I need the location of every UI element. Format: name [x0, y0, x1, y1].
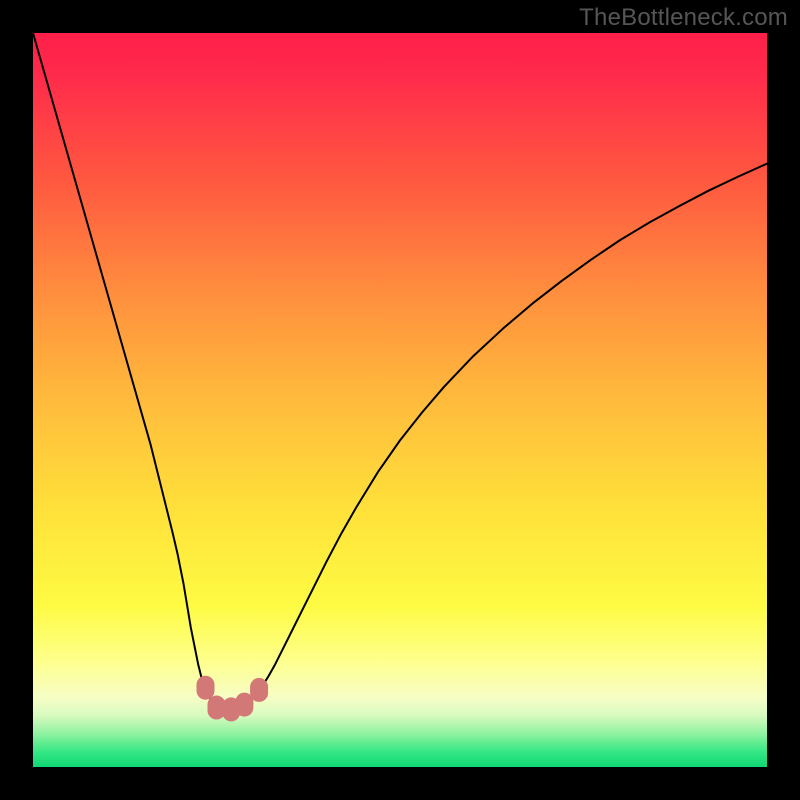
- curve-marker: [250, 678, 268, 702]
- curve-marker: [196, 676, 214, 700]
- chart-frame: TheBottleneck.com: [0, 0, 800, 800]
- plot-area: [33, 33, 767, 767]
- watermark-text: TheBottleneck.com: [579, 4, 788, 32]
- gradient-background: [33, 33, 767, 767]
- plot-svg: [33, 33, 767, 767]
